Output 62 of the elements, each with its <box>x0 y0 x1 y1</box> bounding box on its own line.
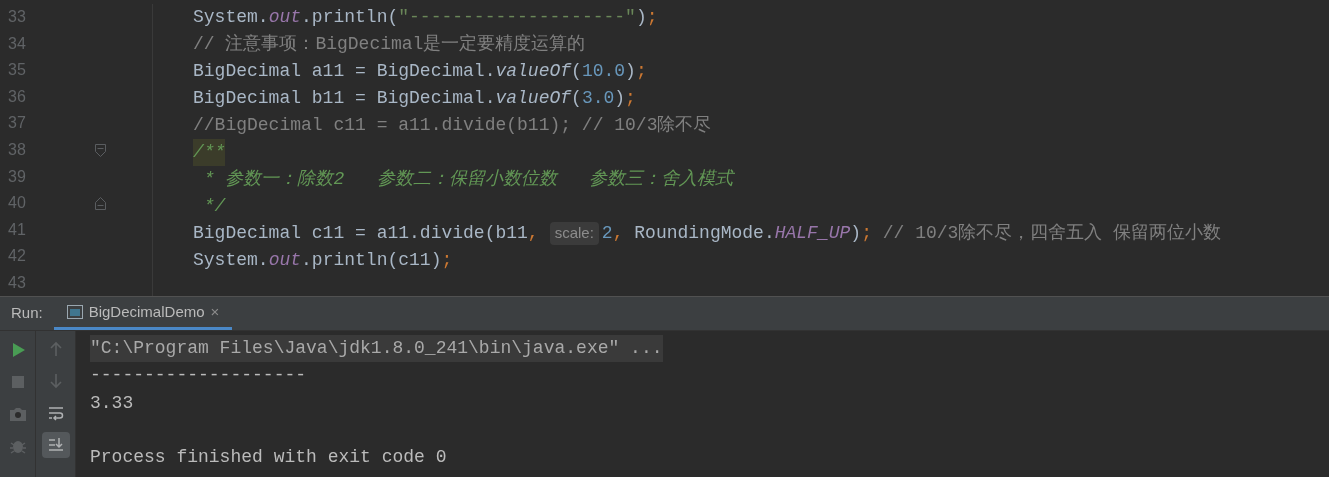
line-number: 41 <box>7 219 27 240</box>
code-text: ) <box>614 87 626 110</box>
number-literal: 2 <box>601 222 613 245</box>
punctuation: ; <box>625 87 636 110</box>
code-text: ( <box>571 60 582 83</box>
code-text: BigDecimal a11 = BigDecimal. <box>193 60 496 83</box>
punctuation: ; <box>861 222 872 245</box>
tab-title: BigDecimalDemo <box>88 301 205 322</box>
line-number: 33 <box>7 7 27 28</box>
line-number: 37 <box>7 113 27 134</box>
line-number: 40 <box>7 193 27 214</box>
doc-comment: * 参数一：除数2 参数二：保留小数位数 参数三：舍入模式 <box>202 168 734 191</box>
line-number: 42 <box>7 246 27 267</box>
doc-comment: /** <box>193 139 226 166</box>
console-text: -------------------- <box>90 364 307 388</box>
code-comment: //BigDecimal c11 = a11.divide(b11); // 10/3除不尽 <box>193 114 712 137</box>
close-tab-button[interactable]: × <box>210 300 220 324</box>
punctuation: ; <box>646 6 658 29</box>
console-command: "C:\Program Files\Java\jdk1.8.0_241\bin\java.exe" ... <box>90 335 663 363</box>
fold-marker-icon[interactable] <box>94 196 106 210</box>
line-number: 35 <box>7 60 27 81</box>
line-number: 39 <box>7 166 27 187</box>
punctuation: , <box>527 222 539 245</box>
code-text: ) <box>635 6 647 29</box>
code-comment: // 注意事项：BigDecimal是一定要精度运算的 <box>193 33 586 56</box>
doc-comment: */ <box>202 195 226 218</box>
code-text: .println(c11) <box>301 249 442 272</box>
soft-wrap-icon <box>46 404 65 422</box>
code-text: System. <box>193 249 269 272</box>
code-text: ) <box>625 60 636 83</box>
console-toolbar-button[interactable] <box>41 432 70 458</box>
code-comment: // 10/3除不尽，四舍五入 保留两位小数 <box>881 222 1222 245</box>
punctuation: ; <box>441 249 453 272</box>
number-literal: 10.0 <box>581 60 626 83</box>
line-number: 38 <box>7 140 27 160</box>
code-text: BigDecimal b11 = BigDecimal. <box>193 87 496 110</box>
camera-icon <box>8 405 27 423</box>
console-text: 3.33 <box>90 391 134 415</box>
punctuation: , <box>612 222 624 245</box>
number-literal: 3.0 <box>581 87 615 110</box>
console-text: Process finished with exit code 0 <box>90 446 447 470</box>
parameter-hint: scale: <box>549 222 599 245</box>
line-number: 43 <box>7 272 27 293</box>
code-text: RoundingMode. <box>633 222 775 245</box>
code-text: ( <box>571 87 582 110</box>
console-window-icon <box>66 305 83 319</box>
method-name: valueOf <box>495 60 572 83</box>
method-name: valueOf <box>495 87 572 110</box>
field-name: out <box>268 249 302 272</box>
code-text: System. <box>193 6 269 29</box>
run-label: Run: <box>10 303 44 324</box>
scroll-to-end-icon <box>46 436 65 454</box>
line-number: 36 <box>7 86 27 107</box>
string-literal: "--------------------" <box>398 6 636 29</box>
field-name: HALF_UP <box>774 222 851 245</box>
code-text: .println( <box>301 6 399 29</box>
code-text: ) <box>850 222 862 245</box>
line-number: 34 <box>7 33 27 54</box>
fold-marker-icon[interactable] <box>94 143 106 157</box>
field-name: out <box>268 6 302 29</box>
code-text: BigDecimal c11 = a11.divide(b11 <box>193 222 528 245</box>
punctuation: ; <box>635 60 647 83</box>
